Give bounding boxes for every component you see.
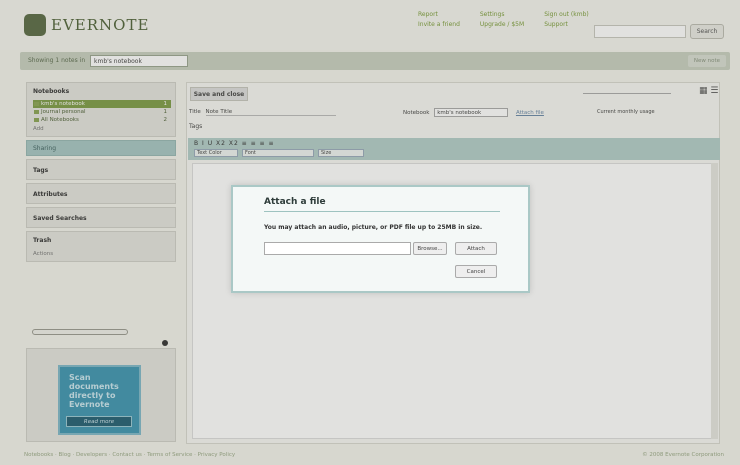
cancel-button[interactable]: Cancel: [455, 265, 497, 278]
ad-read-more-button[interactable]: Read more: [66, 416, 132, 427]
dialog-divider: [264, 211, 500, 212]
title-row: Title Note Title: [189, 109, 336, 116]
logo-text: EVERNOTE: [51, 16, 150, 34]
tags-panel[interactable]: Tags: [26, 159, 176, 180]
dialog-title: Attach a file: [264, 197, 326, 207]
notes-toolbar: Showing 1 notes in kmb's notebook New no…: [20, 52, 730, 70]
file-path-input[interactable]: [264, 242, 411, 255]
notebook-item[interactable]: kmb's notebook 1: [33, 100, 171, 108]
ad-text: Scan documents directly to Evernote: [69, 373, 119, 409]
footer: Notebooks · Blog · Developers · Contact …: [24, 452, 724, 462]
trash-panel: Trash Actions: [26, 231, 176, 262]
close-icon[interactable]: [162, 340, 168, 346]
add-notebook-link[interactable]: Add: [27, 124, 175, 136]
size-select[interactable]: Size: [318, 149, 364, 157]
notebook-label: Notebook: [403, 110, 430, 116]
notebook-icon: [34, 102, 39, 106]
notebook-select[interactable]: kmb's notebook: [434, 108, 509, 117]
font-select[interactable]: Font: [242, 149, 314, 157]
ad-panel: Scan documents directly to Evernote Read…: [26, 348, 176, 442]
attributes-panel[interactable]: Attributes: [26, 183, 176, 204]
usage-label: Current monthly usage: [597, 109, 655, 115]
elephant-icon: [24, 14, 46, 36]
usage-meter: Current monthly usage: [583, 89, 671, 115]
header: EVERNOTE Report Settings Sign out (kmb) …: [0, 0, 740, 50]
save-and-close-button[interactable]: Save and close: [190, 87, 248, 101]
format-toolbar: B I U X2 X2 ≡ ≡ ≡ ≡ Text Color Font Size: [188, 138, 720, 160]
text-color-select[interactable]: Text Color: [194, 149, 238, 157]
link-sign-out[interactable]: Sign out (kmb): [544, 11, 589, 18]
attach-file-link[interactable]: Attach file: [516, 110, 544, 116]
tags-label[interactable]: Tags: [189, 123, 202, 130]
sharing-button[interactable]: Sharing: [26, 140, 176, 156]
header-links: Report Settings Sign out (kmb) Invite a …: [418, 11, 589, 28]
search-input[interactable]: [594, 25, 686, 38]
link-support[interactable]: Support: [544, 21, 589, 28]
format-buttons[interactable]: B I U X2 X2 ≡ ≡ ≡ ≡: [194, 140, 275, 147]
view-toggle-icon[interactable]: ▦ ☰: [699, 87, 721, 97]
notebook-row: Notebook kmb's notebook Attach file: [403, 108, 544, 117]
attach-button[interactable]: Attach: [455, 242, 497, 255]
trash-actions[interactable]: Actions: [27, 249, 175, 261]
evernote-logo[interactable]: EVERNOTE: [24, 14, 149, 36]
attach-file-dialog: Attach a file You may attach an audio, p…: [231, 185, 530, 293]
notebooks-heading[interactable]: Notebooks: [27, 83, 175, 100]
scroll-track[interactable]: [32, 329, 128, 335]
dialog-message: You may attach an audio, picture, or PDF…: [264, 224, 483, 231]
link-invite[interactable]: Invite a friend: [418, 21, 460, 28]
notebook-icon: [34, 110, 39, 114]
link-upgrade[interactable]: Upgrade / $5M: [480, 21, 524, 28]
notebook-item[interactable]: Journal personal 1: [33, 108, 171, 116]
title-label: Title: [189, 109, 201, 115]
editor-scrollbar[interactable]: [711, 163, 718, 439]
copyright: © 2008 Evernote Corporation: [642, 452, 724, 458]
notebook-icon: [34, 118, 39, 122]
trash-heading[interactable]: Trash: [27, 232, 175, 249]
showing-label: Showing 1 notes in: [28, 57, 86, 64]
link-report[interactable]: Report: [418, 11, 460, 18]
saved-searches-panel[interactable]: Saved Searches: [26, 207, 176, 228]
link-settings[interactable]: Settings: [480, 11, 524, 18]
search-button[interactable]: Search: [690, 24, 724, 39]
scan-ad[interactable]: Scan documents directly to Evernote Read…: [58, 365, 141, 435]
notebook-item[interactable]: All Notebooks 2: [33, 116, 171, 124]
footer-links[interactable]: Notebooks · Blog · Developers · Contact …: [24, 452, 235, 458]
sidebar-scrollbar[interactable]: [26, 326, 176, 338]
notebook-filter-select[interactable]: kmb's notebook: [90, 55, 188, 67]
title-input[interactable]: Note Title: [205, 109, 336, 116]
browse-button[interactable]: Browse...: [413, 242, 447, 255]
notebooks-panel: Notebooks kmb's notebook 1 Journal perso…: [26, 82, 176, 137]
new-note-button[interactable]: New note: [688, 55, 726, 67]
sidebar: Notebooks kmb's notebook 1 Journal perso…: [26, 82, 176, 442]
usage-bar: [583, 91, 671, 94]
